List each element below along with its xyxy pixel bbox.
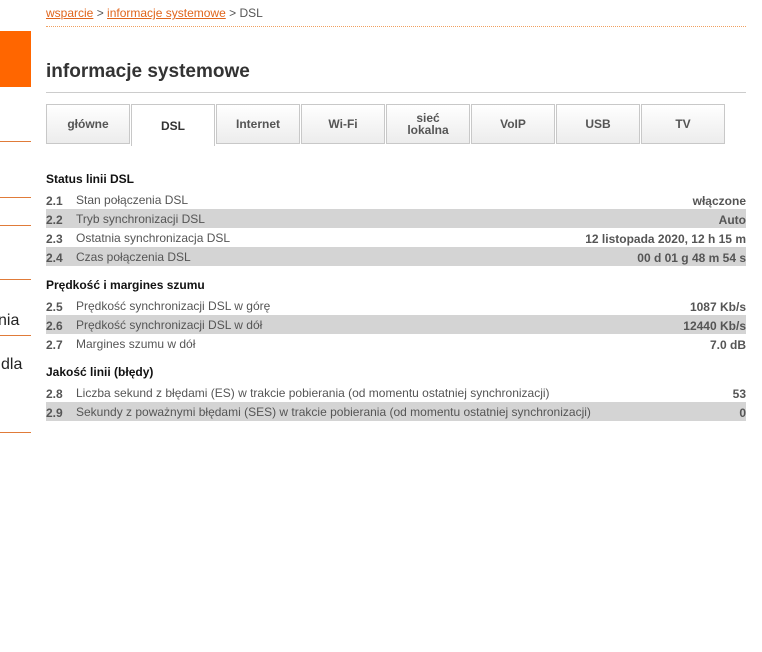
tab-siec-lokalna[interactable]: sieć lokalna [386,104,470,144]
row-label: Sekundy z poważnymi błędami (SES) w trak… [76,405,591,419]
tab-label: TV [675,117,691,131]
tab-usb[interactable]: USB [556,104,640,144]
sidebar-divider [0,141,31,142]
sidebar-item-fragment[interactable]: dla [1,356,22,374]
tab-label: Wi-Fi [328,117,358,131]
section-title: Jakość linii (błędy) [46,365,154,379]
sidebar-item-fragment[interactable]: nia [0,312,19,330]
row-label: Tryb synchronizacji DSL [76,212,205,226]
table-row: 2.9 Sekundy z poważnymi błędami (SES) w … [46,402,746,421]
tab-internet[interactable]: Internet [216,104,300,144]
section-title: Prędkość i margines szumu [46,278,205,292]
row-number: 2.4 [46,251,63,265]
tab-dsl[interactable]: DSL [131,104,215,146]
table-row: 2.2 Tryb synchronizacji DSL Auto [46,209,746,228]
tab-tv[interactable]: TV [641,104,725,144]
tab-voip[interactable]: VoIP [471,104,555,144]
row-label: Margines szumu w dół [76,337,196,351]
breadcrumb-link-wsparcie[interactable]: wsparcie [46,6,93,20]
row-number: 2.2 [46,213,63,227]
row-label: Prędkość synchronizacji DSL w górę [76,299,271,313]
tab-label: USB [585,117,611,131]
table-row: 2.1 Stan połączenia DSL włączone [46,190,746,209]
sidebar-divider [0,279,31,280]
table-row: 2.7 Margines szumu w dół 7.0 dB [46,334,746,353]
breadcrumb-separator: > [225,6,240,20]
page-title: informacje systemowe [46,61,250,82]
row-number: 2.7 [46,338,63,352]
row-value: 0 [739,406,746,420]
row-number: 2.1 [46,194,63,208]
sidebar-divider [0,225,31,226]
tab-label: główne [67,117,109,131]
title-divider [46,92,746,93]
row-label: Czas połączenia DSL [76,250,191,264]
section-title: Status linii DSL [46,172,135,186]
tab-label: DSL [161,118,185,133]
row-value: Auto [718,213,746,227]
sidebar-divider [0,197,31,198]
table-row: 2.6 Prędkość synchronizacji DSL w dół 12… [46,315,746,334]
sidebar-divider [0,335,31,336]
row-label: Stan połączenia DSL [76,193,189,207]
tab-bar: główne DSL Internet Wi-Fi sieć lokalna Vo… [46,104,726,146]
tab-wifi[interactable]: Wi-Fi [301,104,385,144]
tab-glowne[interactable]: główne [46,104,130,144]
breadcrumb-current: DSL [239,6,263,20]
row-number: 2.3 [46,232,63,246]
breadcrumb: wsparcie > informacje systemowe > DSL [46,6,263,20]
sidebar-active-item[interactable] [0,31,31,87]
breadcrumb-separator: > [93,6,108,20]
row-value: 12440 Kb/s [683,319,746,333]
row-value: 1087 Kb/s [689,300,746,314]
sidebar: nia dla [0,0,31,652]
sidebar-divider [0,432,31,433]
row-label: Prędkość synchronizacji DSL w dół [76,318,263,332]
row-number: 2.8 [46,387,63,401]
row-value: 53 [732,387,746,401]
table-row: 2.3 Ostatnia synchronizacja DSL 12 listo… [46,228,746,247]
row-value: 00 d 01 g 48 m 54 s [637,251,746,265]
row-value: 12 listopada 2020, 12 h 15 m [585,232,746,246]
breadcrumb-divider [46,26,746,27]
tab-label: Internet [235,117,280,131]
row-value: 7.0 dB [709,338,746,352]
row-number: 2.9 [46,406,63,420]
breadcrumb-link-informacje[interactable]: informacje systemowe [107,6,226,20]
table-row: 2.8 Liczba sekund z błędami (ES) w trakc… [46,383,746,402]
table-row: 2.5 Prędkość synchronizacji DSL w górę 1… [46,296,746,315]
row-label: Liczba sekund z błędami (ES) w trakcie p… [76,386,550,400]
row-number: 2.6 [46,319,63,333]
tab-label: lokalna [407,123,449,137]
row-label: Ostatnia synchronizacja DSL [76,231,231,245]
table-row: 2.4 Czas połączenia DSL 00 d 01 g 48 m 5… [46,247,746,266]
tab-label: VoIP [500,117,526,131]
row-number: 2.5 [46,300,63,314]
row-value: włączone [692,194,746,208]
